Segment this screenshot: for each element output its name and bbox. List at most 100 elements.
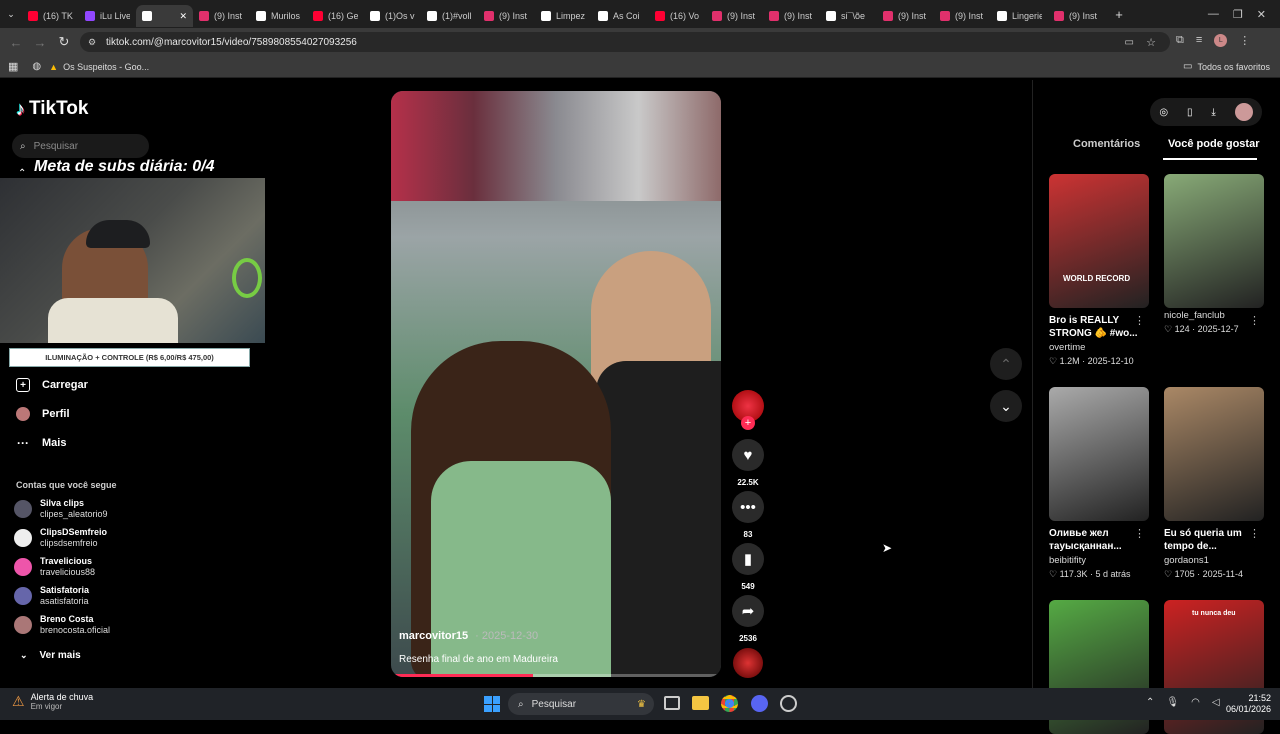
video-progress-bar[interactable] (391, 674, 721, 677)
browser-tab[interactable]: (9) Inst (877, 5, 934, 27)
browser-tab[interactable]: (1)#voll (421, 5, 478, 27)
suggested-video-card[interactable]: nicole_fanclub ♡ 124 · 2025-12-7 ⋮ (1164, 174, 1264, 335)
followed-account[interactable]: Silva clips clipes_aleatorio9 (14, 498, 108, 520)
followed-account[interactable]: Travelicious travelicious88 (14, 556, 95, 578)
card-author[interactable]: gordaons1 (1164, 555, 1264, 566)
browser-tab[interactable]: (16) Ge (307, 5, 364, 27)
profile-avatar[interactable]: L (1214, 34, 1228, 47)
app-icon[interactable] (780, 695, 797, 712)
browser-tab[interactable]: Lingerie (991, 5, 1048, 27)
maximize-icon[interactable]: ❐ (1233, 8, 1243, 21)
all-bookmarks[interactable]: Todos os favoritos (1197, 62, 1270, 72)
browser-tab[interactable]: (9) Inst (934, 5, 991, 27)
see-more-button[interactable]: ⌄ Ver mais (20, 650, 81, 661)
followed-account[interactable]: Satisfatoria asatisfatoria (14, 585, 89, 607)
video-thumbnail[interactable] (1164, 174, 1264, 308)
minimize-icon[interactable]: — (1208, 8, 1219, 21)
discord-icon[interactable] (751, 695, 768, 712)
browser-tab[interactable]: Murilos (250, 5, 307, 27)
chrome-icon[interactable] (721, 695, 738, 712)
tab-search-icon[interactable]: ⌄ (0, 2, 22, 26)
start-icon[interactable] (484, 696, 500, 712)
browser-tab[interactable]: iLu Live (79, 5, 136, 27)
download-icon[interactable]: ⤓ (1211, 107, 1215, 118)
video-thumbnail[interactable] (1049, 387, 1149, 521)
back-icon[interactable]: ← (4, 30, 28, 54)
weather-widget[interactable]: ⚠ Alerta de chuva Em vigor (12, 692, 93, 711)
followed-account[interactable]: ClipsDSemfreio clipsdsemfreio (14, 527, 107, 549)
media-icon[interactable]: ≡ (1196, 34, 1202, 47)
comment-action[interactable]: ••• 83 (732, 491, 764, 539)
prev-video-button[interactable]: ⌃ (990, 348, 1022, 380)
video-thumbnail[interactable] (1164, 387, 1264, 521)
forward-icon[interactable]: → (28, 30, 52, 54)
compass-icon[interactable]: ◎ (1159, 107, 1168, 118)
browser-tab[interactable]: As Coi (592, 5, 649, 27)
wifi-icon[interactable]: ◠ (1191, 697, 1200, 708)
reload-icon[interactable]: ↻ (52, 30, 76, 54)
video-player[interactable]: marcovitor15 · 2025-12-30 Resenha final … (391, 91, 721, 677)
taskview-icon[interactable] (664, 696, 680, 710)
suggested-video-card[interactable]: Оливье жел тауысқаннан... beibitifity ♡ 11… (1049, 387, 1149, 580)
browser-tab[interactable]: (1)Os v (364, 5, 421, 27)
apps-icon[interactable]: ▦ (8, 60, 18, 73)
site-info-icon[interactable]: ⚙ (88, 37, 96, 48)
share-action[interactable]: ➦ 2536 (732, 595, 764, 643)
like-action[interactable]: ♥ 22.5K (732, 439, 764, 487)
search-input[interactable]: ⌕ Pesquisar (12, 134, 149, 158)
nav-more[interactable]: ··· Mais (16, 436, 66, 450)
nav-profile[interactable]: Perfil (16, 407, 70, 421)
explorer-icon[interactable] (692, 696, 709, 710)
bookmark-star-icon[interactable]: ☆ (1146, 36, 1156, 49)
menu-icon[interactable]: ⋮ (1239, 34, 1250, 47)
comment-icon[interactable]: ••• (732, 491, 764, 523)
share-icon[interactable]: ➦ (732, 595, 764, 627)
suggested-video-card[interactable]: Eu só queria um tempo de... gordaons1 ♡ 17… (1164, 387, 1264, 580)
taskbar-search[interactable]: ⌕ Pesquisar ♛ (508, 693, 654, 715)
tiktok-logo[interactable]: ♪ TikTok (16, 98, 88, 120)
extensions-icon[interactable]: ⧉ (1176, 34, 1184, 47)
clock[interactable]: 21:52 06/01/2026 (1226, 693, 1271, 715)
close-window-icon[interactable]: ✕ (1257, 8, 1266, 21)
card-more-icon[interactable]: ⋮ (1249, 314, 1260, 327)
user-avatar[interactable] (1234, 103, 1253, 121)
video-author[interactable]: marcovitor15 · 2025-12-30 (399, 630, 538, 642)
browser-tab[interactable]: (9) Inst (1048, 5, 1105, 27)
save-action[interactable]: ▮ 549 (732, 543, 764, 591)
heart-icon[interactable]: ♥ (732, 439, 764, 471)
card-more-icon[interactable]: ⋮ (1249, 527, 1260, 540)
browser-tab[interactable]: (9) Inst (763, 5, 820, 27)
card-title[interactable]: Bro is REALLY STRONG 🫵 #wo... (1049, 314, 1139, 340)
browser-tab[interactable]: (9) Inst (478, 5, 535, 27)
new-tab-icon[interactable]: + (1107, 2, 1131, 26)
bookmark-icon[interactable]: ▮ (732, 543, 764, 575)
tray-chevron-icon[interactable]: ⌃ (1146, 697, 1154, 708)
card-title[interactable]: Eu só queria um tempo de... (1164, 527, 1254, 553)
address-bar[interactable]: ⚙ tiktok.com/@marcovitor15/video/7589808… (80, 32, 1170, 52)
suggested-video-card[interactable]: WORLD RECORD Bro is REALLY STRONG 🫵 #wo..… (1049, 174, 1149, 367)
browser-tab[interactable]: ✕ (136, 5, 193, 27)
tab-comments[interactable]: Comentários (1073, 138, 1140, 150)
device-icon[interactable]: ▯ (1187, 107, 1193, 118)
browser-tab[interactable]: si¯\õe (820, 5, 877, 27)
nav-upload[interactable]: + Carregar (16, 378, 88, 392)
browser-tab[interactable]: Limpez (535, 5, 592, 27)
card-author[interactable]: beibitifity (1049, 555, 1149, 566)
browser-tab[interactable]: (16) Vo (649, 5, 706, 27)
tab-suggested[interactable]: Você pode gostar (1168, 138, 1259, 150)
mic-icon[interactable]: 🎙︎ (1166, 697, 1179, 708)
card-title[interactable]: Оливье жел тауысқаннан... (1049, 527, 1139, 553)
follow-plus-icon[interactable]: + (741, 416, 755, 430)
next-video-button[interactable]: ⌄ (990, 390, 1022, 422)
browser-tab[interactable]: (9) Inst (193, 5, 250, 27)
music-disc-icon[interactable] (733, 648, 763, 678)
followed-account[interactable]: Breno Costa brenocosta.oficial (14, 614, 110, 636)
bookmark-item[interactable]: Os Suspeitos - Goo... (63, 62, 149, 72)
card-more-icon[interactable]: ⋮ (1134, 314, 1145, 327)
card-author[interactable]: overtime (1049, 342, 1149, 353)
tab-close-icon[interactable]: ✕ (179, 11, 187, 22)
browser-tab[interactable]: (9) Inst (706, 5, 763, 27)
video-thumbnail[interactable]: WORLD RECORD (1049, 174, 1149, 308)
volume-icon[interactable]: ◁ (1212, 697, 1220, 708)
browser-tab[interactable]: (16) TK (22, 5, 79, 27)
